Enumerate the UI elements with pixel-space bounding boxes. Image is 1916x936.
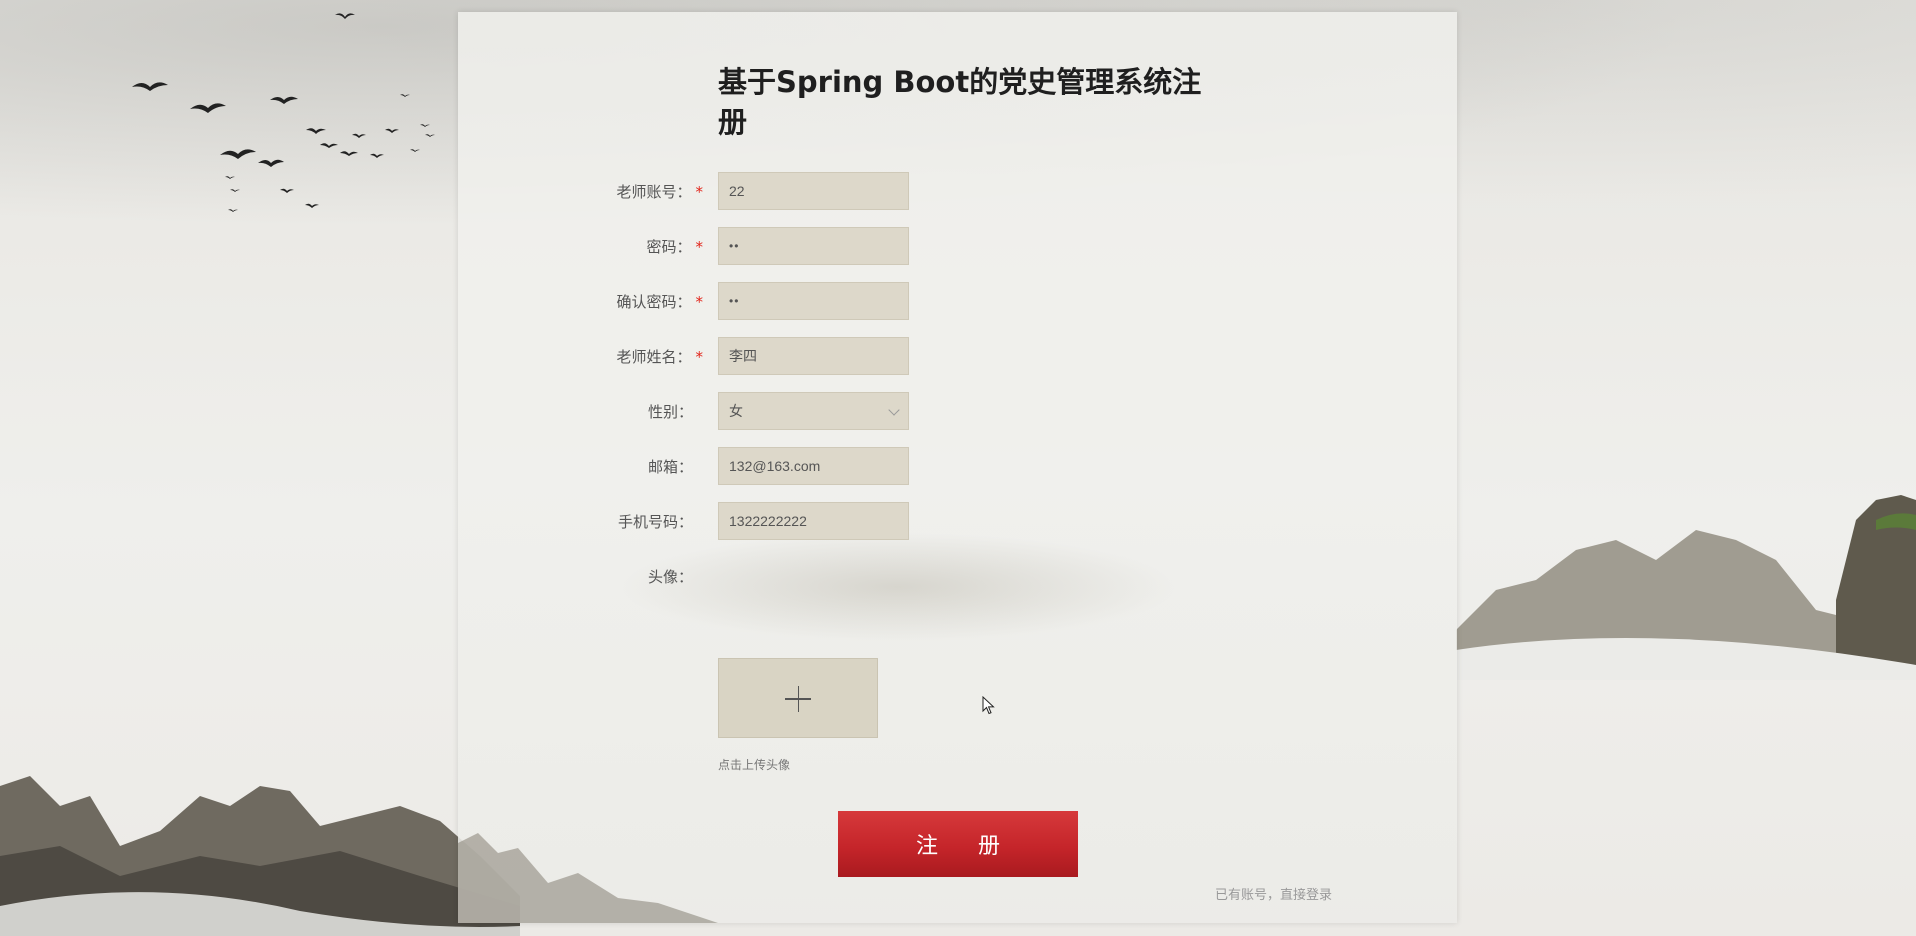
flying-birds-decoration <box>132 13 435 212</box>
gender-value: 女 <box>729 403 743 419</box>
name-input[interactable]: 李四 <box>718 337 909 375</box>
password-label: 密码： * <box>646 238 704 256</box>
mountain-right-decoration <box>1456 495 1916 680</box>
confirm-password-input[interactable]: •• <box>718 282 909 320</box>
name-label: 老师姓名： * <box>616 348 704 366</box>
form-row-confirm-password: 确认密码： * •• <box>458 282 1457 322</box>
password-input[interactable]: •• <box>718 227 909 265</box>
gender-select[interactable]: 女 <box>718 392 909 430</box>
form-row-gender: 性别： 女 <box>458 392 1457 432</box>
account-input[interactable]: 22 <box>718 172 909 210</box>
mouse-cursor-icon <box>982 696 995 715</box>
confirm-password-label: 确认密码： * <box>616 293 704 311</box>
required-mark: * <box>695 293 704 311</box>
form-row-name: 老师姓名： * 李四 <box>458 337 1457 377</box>
chevron-down-icon <box>888 404 900 416</box>
required-mark: * <box>695 183 704 201</box>
email-input[interactable]: 132@163.com <box>718 447 909 485</box>
account-label: 老师账号： * <box>616 183 704 201</box>
form-row-phone: 手机号码： 1322222222 <box>458 502 1457 542</box>
phone-input[interactable]: 1322222222 <box>718 502 909 540</box>
upload-hint: 点击上传头像 <box>718 758 791 772</box>
form-row-avatar: 头像： <box>458 557 1457 597</box>
form-row-password: 密码： * •• <box>458 227 1457 267</box>
login-link[interactable]: 已有账号，直接登录 <box>1215 884 1332 903</box>
email-label: 邮箱： <box>647 458 693 476</box>
phone-label: 手机号码： <box>617 513 693 531</box>
required-mark: * <box>695 348 704 366</box>
gender-label: 性别： <box>647 403 693 421</box>
required-mark: * <box>695 238 704 256</box>
avatar-upload-button[interactable] <box>718 658 878 738</box>
form-row-email: 邮箱： 132@163.com <box>458 447 1457 487</box>
avatar-label: 头像： <box>647 568 693 586</box>
register-button[interactable]: 注册 <box>838 811 1078 877</box>
card-mountain-decoration <box>458 833 718 923</box>
mountain-left-decoration <box>0 776 520 936</box>
form-row-account: 老师账号： * 22 <box>458 172 1457 212</box>
page-title: 基于Spring Boot的党史管理系统注册 <box>718 65 1202 139</box>
register-card: 基于Spring Boot的党史管理系统注册 老师账号： * 22 密码： * ••… <box>458 12 1457 923</box>
